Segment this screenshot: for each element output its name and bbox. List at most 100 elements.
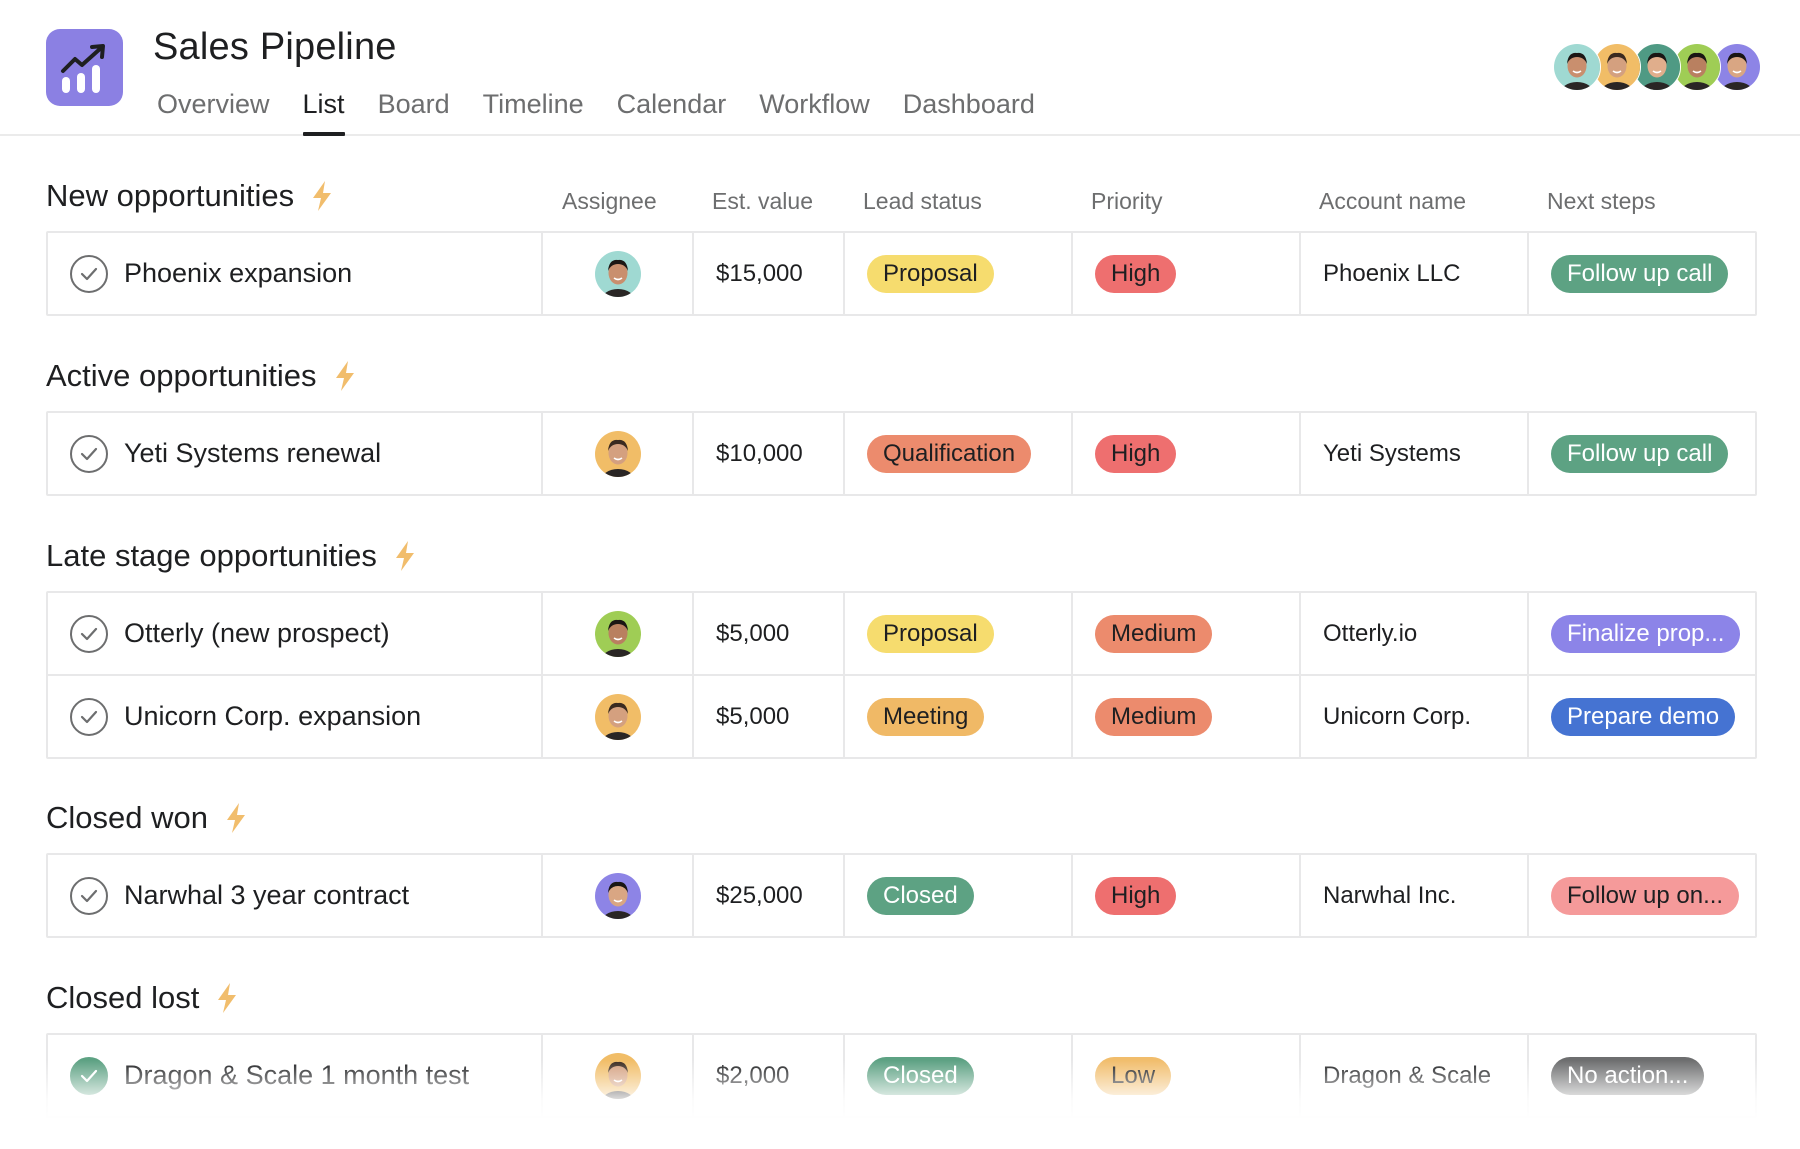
assignee-cell[interactable]	[541, 413, 692, 494]
task-name-cell[interactable]: Phoenix expansion	[48, 233, 541, 314]
lead-status-badge[interactable]: Qualification	[867, 434, 1032, 473]
next-step-badge[interactable]: No action...	[1551, 1056, 1705, 1095]
account-name-cell[interactable]: Otterly.io	[1299, 593, 1527, 674]
lightning-bolt-icon[interactable]	[215, 982, 239, 1014]
lead-status-badge[interactable]: Closed	[867, 876, 974, 915]
next-step-badge[interactable]: Follow up on...	[1551, 876, 1740, 915]
account-name-cell[interactable]: Dragon & Scale	[1299, 1035, 1527, 1116]
lightning-bolt-icon[interactable]	[310, 180, 334, 212]
tab-board[interactable]: Board	[378, 84, 450, 134]
est-value-cell[interactable]: $15,000	[692, 233, 843, 314]
complete-checkbox[interactable]	[70, 614, 108, 653]
assignee-avatar[interactable]	[594, 430, 641, 477]
lead-status-cell[interactable]: Proposal	[843, 593, 1071, 674]
next-steps-cell[interactable]: Finalize prop...	[1527, 593, 1755, 674]
lead-status-cell[interactable]: Proposal	[843, 233, 1071, 314]
lead-status-cell[interactable]: Closed	[843, 1035, 1071, 1116]
task-name[interactable]: Otterly (new prospect)	[124, 618, 390, 649]
priority-cell[interactable]: Low	[1071, 1035, 1299, 1116]
next-step-badge[interactable]: Prepare demo	[1551, 697, 1736, 736]
table-row[interactable]: Yeti Systems renewal $10,000 Qualification…	[48, 413, 1755, 494]
member-avatar[interactable]	[1553, 43, 1601, 91]
task-name[interactable]: Yeti Systems renewal	[124, 438, 381, 469]
priority-cell[interactable]: Medium	[1071, 676, 1299, 757]
task-name[interactable]: Phoenix expansion	[124, 258, 352, 289]
column-header-lead-status[interactable]: Lead status	[863, 188, 982, 215]
complete-checkbox[interactable]	[70, 876, 108, 915]
task-name[interactable]: Unicorn Corp. expansion	[124, 701, 421, 732]
table-row[interactable]: Phoenix expansion $15,000 Proposal High Phoe…	[48, 233, 1755, 314]
next-steps-cell[interactable]: Follow up call	[1527, 413, 1755, 494]
section-header[interactable]: Active opportunities	[46, 358, 357, 394]
priority-badge[interactable]: High	[1095, 876, 1177, 915]
column-header-est-value[interactable]: Est. value	[712, 188, 813, 215]
next-steps-cell[interactable]: Prepare demo	[1527, 676, 1755, 757]
est-value-cell[interactable]: $5,000	[692, 676, 843, 757]
table-row[interactable]: Otterly (new prospect) $5,000 Proposal Medi…	[48, 593, 1755, 674]
assignee-avatar[interactable]	[594, 693, 641, 740]
assignee-avatar[interactable]	[594, 1052, 641, 1099]
tab-calendar[interactable]: Calendar	[617, 84, 727, 134]
assignee-cell[interactable]	[541, 593, 692, 674]
priority-cell[interactable]: Medium	[1071, 593, 1299, 674]
assignee-cell[interactable]	[541, 233, 692, 314]
tab-timeline[interactable]: Timeline	[483, 84, 584, 134]
next-step-badge[interactable]: Follow up call	[1551, 254, 1729, 293]
tab-overview[interactable]: Overview	[157, 84, 270, 134]
priority-cell[interactable]: High	[1071, 413, 1299, 494]
priority-badge[interactable]: Low	[1095, 1056, 1172, 1095]
priority-badge[interactable]: Medium	[1095, 614, 1213, 653]
section-header[interactable]: New opportunities	[46, 178, 334, 214]
next-steps-cell[interactable]: No action...	[1527, 1035, 1755, 1116]
column-header-assignee[interactable]: Assignee	[562, 188, 657, 215]
complete-checkbox[interactable]	[70, 1056, 108, 1095]
assignee-cell[interactable]	[541, 855, 692, 936]
complete-checkbox[interactable]	[70, 254, 108, 293]
task-name-cell[interactable]: Narwhal 3 year contract	[48, 855, 541, 936]
account-name-cell[interactable]: Phoenix LLC	[1299, 233, 1527, 314]
complete-checkbox[interactable]	[70, 697, 108, 736]
lead-status-badge[interactable]: Proposal	[867, 254, 994, 293]
est-value-cell[interactable]: $5,000	[692, 593, 843, 674]
est-value-cell[interactable]: $2,000	[692, 1035, 843, 1116]
priority-badge[interactable]: High	[1095, 434, 1177, 473]
lead-status-badge[interactable]: Proposal	[867, 614, 994, 653]
next-step-badge[interactable]: Follow up call	[1551, 434, 1729, 473]
task-name-cell[interactable]: Otterly (new prospect)	[48, 593, 541, 674]
est-value-cell[interactable]: $10,000	[692, 413, 843, 494]
section-header[interactable]: Closed lost	[46, 980, 239, 1016]
table-row[interactable]: Dragon & Scale 1 month test $2,000 Closed L…	[48, 1035, 1755, 1116]
table-row[interactable]: Unicorn Corp. expansion $5,000 Meeting Medi…	[48, 674, 1755, 757]
task-name-cell[interactable]: Yeti Systems renewal	[48, 413, 541, 494]
priority-badge[interactable]: High	[1095, 254, 1177, 293]
column-header-next-steps[interactable]: Next steps	[1547, 188, 1656, 215]
priority-badge[interactable]: Medium	[1095, 697, 1213, 736]
table-row[interactable]: Narwhal 3 year contract $25,000 Closed High…	[48, 855, 1755, 936]
next-steps-cell[interactable]: Follow up call	[1527, 233, 1755, 314]
task-name[interactable]: Narwhal 3 year contract	[124, 880, 409, 911]
lightning-bolt-icon[interactable]	[333, 360, 357, 392]
tab-list[interactable]: List	[302, 84, 345, 136]
account-name-cell[interactable]: Yeti Systems	[1299, 413, 1527, 494]
task-name-cell[interactable]: Unicorn Corp. expansion	[48, 676, 541, 757]
tab-workflow[interactable]: Workflow	[759, 84, 870, 134]
assignee-cell[interactable]	[541, 1035, 692, 1116]
section-header[interactable]: Late stage opportunities	[46, 538, 417, 574]
account-name-cell[interactable]: Narwhal Inc.	[1299, 855, 1527, 936]
lead-status-cell[interactable]: Closed	[843, 855, 1071, 936]
lead-status-cell[interactable]: Meeting	[843, 676, 1071, 757]
assignee-cell[interactable]	[541, 676, 692, 757]
assignee-avatar[interactable]	[594, 872, 641, 919]
task-name-cell[interactable]: Dragon & Scale 1 month test	[48, 1035, 541, 1116]
lead-status-cell[interactable]: Qualification	[843, 413, 1071, 494]
assignee-avatar[interactable]	[594, 610, 641, 657]
column-header-account-name[interactable]: Account name	[1319, 188, 1466, 215]
account-name-cell[interactable]: Unicorn Corp.	[1299, 676, 1527, 757]
assignee-avatar[interactable]	[594, 250, 641, 297]
complete-checkbox[interactable]	[70, 434, 108, 473]
column-header-priority[interactable]: Priority	[1091, 188, 1163, 215]
project-members[interactable]	[1553, 43, 1761, 91]
task-name[interactable]: Dragon & Scale 1 month test	[124, 1060, 469, 1091]
lead-status-badge[interactable]: Closed	[867, 1056, 974, 1095]
lightning-bolt-icon[interactable]	[224, 802, 248, 834]
